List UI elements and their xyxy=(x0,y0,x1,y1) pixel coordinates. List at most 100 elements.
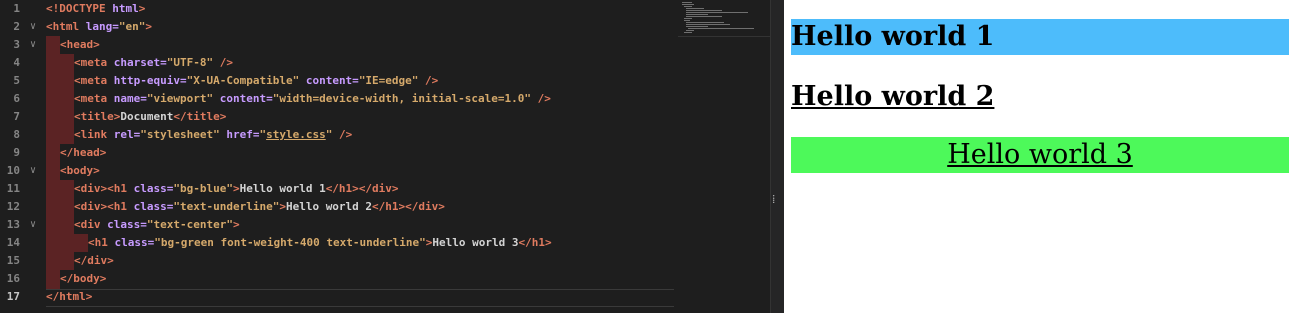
minimap-line xyxy=(686,10,722,11)
line-number: 8 xyxy=(13,128,20,141)
h1-text: Hello world 2 xyxy=(285,200,373,213)
title-open-tag: <title xyxy=(74,110,114,123)
minimap-line xyxy=(684,32,692,33)
minimap-line xyxy=(686,8,704,9)
fold-chevron-icon[interactable]: ∨ xyxy=(30,18,36,36)
class-value: "bg-blue" xyxy=(173,182,233,195)
lang-value: "en" xyxy=(118,20,146,33)
code-line-8: <link rel="stylesheet" href="style.css" … xyxy=(74,126,352,144)
http-equiv-attr: http-equiv= xyxy=(107,74,187,87)
code-line-13: <div class="text-center"> xyxy=(74,216,240,234)
class-value: "text-center" xyxy=(146,218,233,231)
code-editor[interactable]: 1 2 ∨ 3 ∨ 4 5 6 7 8 9 10 ∨ 11 12 13 ∨ 14 15 16 17 <!DOCTYPE … xyxy=(0,0,770,313)
minimap[interactable] xyxy=(678,0,770,37)
h1-open-close: > xyxy=(232,182,240,195)
meta-close: /> xyxy=(531,92,551,105)
class-value: "bg-green font-weight-400 text-underline… xyxy=(154,236,426,249)
class-value: "text-underline" xyxy=(173,200,280,213)
meta-tag: <meta xyxy=(74,74,108,87)
line-number-gutter: 1 2 ∨ 3 ∨ 4 5 6 7 8 9 10 ∨ 11 12 13 ∨ 14 15 16 17 xyxy=(0,0,40,313)
code-line-17: </html> xyxy=(46,288,92,306)
link-tag: <link xyxy=(74,128,108,141)
http-equiv-value: "X-UA-Compatible" xyxy=(186,74,300,87)
minimap-line xyxy=(682,2,692,3)
minimap-line xyxy=(688,28,754,29)
line-number: 15 xyxy=(6,254,20,267)
charset-value: "UTF-8" xyxy=(166,56,214,69)
line-number: 4 xyxy=(13,56,20,69)
content-attr: content= xyxy=(213,92,273,105)
div-close-tag: </div> xyxy=(405,200,445,213)
meta-close: /> xyxy=(213,56,233,69)
split-divider[interactable] xyxy=(770,0,785,313)
doctype-html: html xyxy=(105,2,139,15)
div-open-tag: <div xyxy=(74,218,101,231)
minimap-line xyxy=(686,12,748,13)
browser-preview: Hello world 1 Hello world 2 Hello world … xyxy=(784,0,1289,313)
h1-close-tag: </h1> xyxy=(325,182,359,195)
preview-heading-1: Hello world 1 xyxy=(791,19,1289,55)
div-open-tag: <div> xyxy=(74,182,108,195)
minimap-line xyxy=(686,24,730,25)
line-number: 17 xyxy=(6,290,20,303)
line-number: 12 xyxy=(6,200,20,213)
stylesheet-link[interactable]: style.css xyxy=(266,128,326,141)
class-attr: class= xyxy=(100,218,147,231)
fold-chevron-icon[interactable]: ∨ xyxy=(30,216,36,234)
content-attr: content= xyxy=(299,74,359,87)
html-open-tag: <html xyxy=(46,20,80,33)
code-line-15: </div> xyxy=(74,252,114,270)
code-line-12: <div><h1 class="text-underline">Hello wo… xyxy=(74,198,445,216)
fold-chevron-icon[interactable]: ∨ xyxy=(30,36,36,54)
div-open-tag: <div> xyxy=(74,200,108,213)
code-area[interactable]: <!DOCTYPE html> <html lang="en"> <head> … xyxy=(46,0,676,313)
div-open-close: > xyxy=(232,218,240,231)
line-number: 5 xyxy=(13,74,20,87)
div-close-tag: </div> xyxy=(358,182,399,195)
split-grip-icon[interactable]: ⁞ xyxy=(772,193,782,205)
h1-open-tag: <h1 xyxy=(88,236,108,249)
h1-open-tag: <h1 xyxy=(107,200,127,213)
minimap-line xyxy=(684,6,692,7)
line-number: 11 xyxy=(6,182,20,195)
meta-tag: <meta xyxy=(74,56,108,69)
code-line-4: <meta charset="UTF-8" /> xyxy=(74,54,233,72)
fold-chevron-icon[interactable]: ∨ xyxy=(30,162,36,180)
div-close-tag: </div> xyxy=(74,254,114,267)
body-open-tag: <body xyxy=(60,164,94,177)
content-value: "width=device-width, initial-scale=1.0" xyxy=(272,92,531,105)
name-value: "viewport" xyxy=(146,92,214,105)
line-number: 3 xyxy=(13,38,20,51)
meta-tag: <meta xyxy=(74,92,108,105)
rel-value: "stylesheet" xyxy=(140,128,220,141)
class-attr: class= xyxy=(107,236,155,249)
class-attr: class= xyxy=(127,200,174,213)
code-line-10: <body> xyxy=(60,162,100,180)
link-close: /> xyxy=(332,128,353,141)
h1-text: Hello world 3 xyxy=(432,236,519,249)
line-number: 2 xyxy=(13,20,20,33)
line-number: 13 xyxy=(6,218,20,231)
body-open-close: > xyxy=(93,164,100,177)
code-line-1: <!DOCTYPE html> xyxy=(46,0,145,18)
title-text: Document xyxy=(120,110,174,123)
minimap-line xyxy=(686,16,722,17)
code-line-7: <title>Document</title> xyxy=(74,108,226,126)
head-open-close: > xyxy=(93,38,100,51)
doctype-close: > xyxy=(138,2,146,15)
line-number: 6 xyxy=(13,92,20,105)
code-line-5: <meta http-equiv="X-UA-Compatible" conte… xyxy=(74,72,438,90)
h1-open-close: > xyxy=(279,200,286,213)
h1-open-tag: <h1 xyxy=(107,182,127,195)
code-line-3: <head> xyxy=(60,36,100,54)
lang-attr: lang= xyxy=(79,20,119,33)
line-number: 14 xyxy=(6,236,20,249)
href-attr: href= xyxy=(219,128,260,141)
head-close-tag: </head> xyxy=(60,146,107,159)
preview-heading-3: Hello world 3 xyxy=(791,137,1289,173)
h1-close-tag: </h1> xyxy=(372,200,406,213)
code-line-11: <div><h1 class="bg-blue">Hello world 1</… xyxy=(74,180,399,198)
code-line-14: <h1 class="bg-green font-weight-400 text… xyxy=(88,234,552,252)
content-value: "IE=edge" xyxy=(358,74,419,87)
html-open-close: > xyxy=(145,20,152,33)
